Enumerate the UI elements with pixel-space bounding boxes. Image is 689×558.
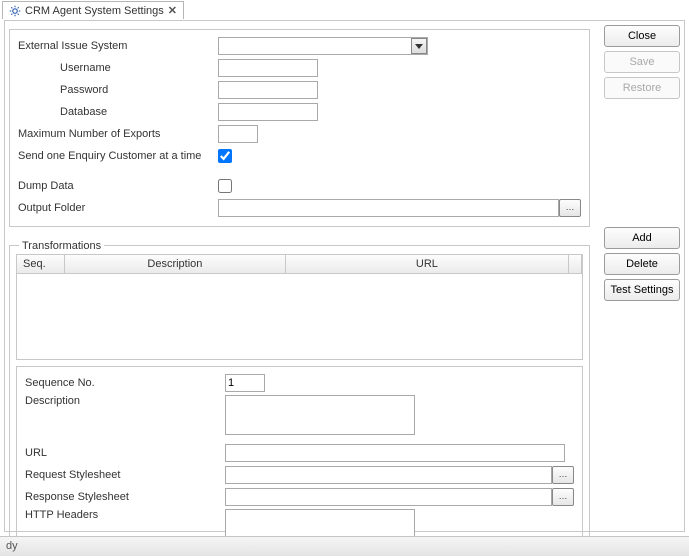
request-stylesheet-input[interactable]: [225, 466, 552, 484]
external-issue-system-input[interactable]: [218, 37, 428, 55]
transformations-table-body[interactable]: [16, 274, 583, 360]
database-input[interactable]: [218, 103, 318, 121]
content-area: External Issue System Username Password …: [7, 25, 592, 529]
transformations-buttons: Add Delete Test Settings: [604, 227, 680, 301]
add-button[interactable]: Add: [604, 227, 680, 249]
http-headers-label: HTTP Headers: [25, 509, 225, 521]
tab-bar: CRM Agent System Settings ✕: [0, 0, 689, 20]
username-input[interactable]: [218, 59, 318, 77]
response-stylesheet-input[interactable]: [225, 488, 552, 506]
transformations-group: Transformations Seq. Description URL Seq…: [9, 233, 590, 553]
col-spacer: [568, 255, 582, 273]
save-button: Save: [604, 51, 680, 73]
gear-icon: [9, 5, 21, 17]
browse-request-stylesheet-button[interactable]: …: [552, 466, 574, 484]
close-button[interactable]: Close: [604, 25, 680, 47]
main-panel: Close Save Restore External Issue System…: [4, 20, 685, 532]
delete-button[interactable]: Delete: [604, 253, 680, 275]
external-issue-system-combo[interactable]: [218, 37, 428, 55]
send-one-checkbox[interactable]: [218, 149, 232, 163]
connection-panel: External Issue System Username Password …: [9, 29, 590, 227]
max-exports-label: Maximum Number of Exports: [18, 128, 218, 140]
url-label: URL: [25, 447, 225, 459]
tab-title: CRM Agent System Settings: [25, 5, 164, 17]
transformation-detail-panel: Sequence No. Description URL Request Sty…: [16, 366, 583, 546]
description-input[interactable]: [225, 395, 415, 435]
sequence-label: Sequence No.: [25, 377, 225, 389]
browse-response-stylesheet-button[interactable]: …: [552, 488, 574, 506]
password-input[interactable]: [218, 81, 318, 99]
transformations-table-header: Seq. Description URL: [16, 254, 583, 274]
restore-button: Restore: [604, 77, 680, 99]
external-issue-system-label: External Issue System: [18, 40, 218, 52]
response-stylesheet-label: Response Stylesheet: [25, 491, 225, 503]
password-label: Password: [18, 84, 218, 96]
browse-output-folder-button[interactable]: …: [559, 199, 581, 217]
dump-data-checkbox[interactable]: [218, 179, 232, 193]
col-description[interactable]: Description: [65, 255, 286, 273]
url-input[interactable]: [225, 444, 565, 462]
tab-crm-settings[interactable]: CRM Agent System Settings ✕: [2, 1, 184, 19]
dump-data-label: Dump Data: [18, 180, 218, 192]
send-one-label: Send one Enquiry Customer at a time: [18, 150, 218, 162]
output-folder-label: Output Folder: [18, 202, 218, 214]
chevron-down-icon[interactable]: [411, 38, 427, 54]
close-icon[interactable]: ✕: [168, 4, 177, 17]
col-url[interactable]: URL: [286, 255, 568, 273]
side-buttons: Close Save Restore: [604, 25, 680, 99]
status-text: dy: [6, 540, 18, 552]
description-label: Description: [25, 395, 225, 407]
transformations-label: Transformations: [19, 240, 104, 252]
test-settings-button[interactable]: Test Settings: [604, 279, 680, 301]
username-label: Username: [18, 62, 218, 74]
database-label: Database: [18, 106, 218, 118]
http-headers-input[interactable]: [225, 509, 415, 537]
col-seq[interactable]: Seq.: [17, 255, 65, 273]
request-stylesheet-label: Request Stylesheet: [25, 469, 225, 481]
max-exports-input[interactable]: [218, 125, 258, 143]
sequence-input[interactable]: [225, 374, 265, 392]
status-bar: dy: [0, 536, 689, 556]
output-folder-input: [218, 199, 559, 217]
